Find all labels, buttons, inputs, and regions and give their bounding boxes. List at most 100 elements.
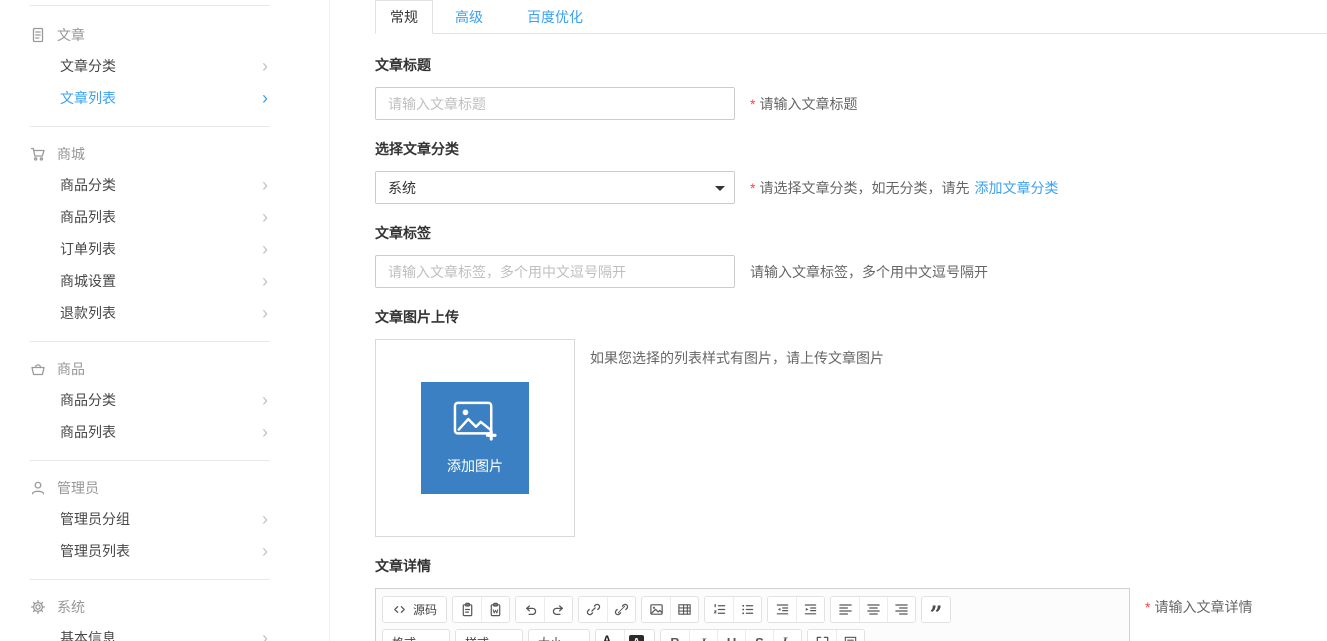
maximize-icon [815, 635, 830, 641]
add-image-button[interactable]: 添加图片 [421, 382, 529, 494]
system-icon [30, 599, 46, 615]
chevron-right-icon: › [262, 240, 270, 258]
sidebar-divider [30, 126, 270, 127]
align-center-icon [866, 602, 881, 617]
chevron-right-icon: › [262, 391, 270, 409]
style-dropdown[interactable]: 样式 [456, 630, 522, 641]
unlink-icon [614, 602, 629, 617]
maximize-button[interactable] [808, 630, 836, 641]
insert-image-button[interactable] [642, 597, 670, 622]
align-left-button[interactable] [831, 597, 859, 622]
strikethrough-button[interactable]: S [745, 630, 773, 641]
background-color-button[interactable]: A [624, 630, 654, 641]
underline-button[interactable]: U [717, 630, 745, 641]
sidebar-section-article[interactable]: 文章 [30, 20, 329, 50]
undo-icon [523, 602, 538, 617]
paste-from-word-button[interactable] [481, 597, 509, 622]
editor-toolbar: 源码 [376, 589, 1129, 641]
add-image-button-label: 添加图片 [447, 456, 503, 476]
article-form: 文章标题 * 请输入文章标题 选择文章分类 系统 * 请选择文章分类，如无分类，… [375, 34, 1327, 641]
underline-icon: U [727, 635, 736, 641]
paste-icon [460, 602, 475, 617]
tab-general[interactable]: 常规 [375, 0, 433, 34]
sidebar-item-label: 管理员列表 [60, 541, 130, 561]
italic-button[interactable]: I [689, 630, 717, 641]
undo-button[interactable] [516, 597, 544, 622]
sidebar-divider [30, 460, 270, 461]
sidebar-section-label: 商品 [57, 359, 85, 379]
sidebar-item-label: 基本信息 [60, 628, 116, 641]
text-color-icon: A [601, 635, 614, 641]
sidebar-item-label: 订单列表 [60, 239, 116, 259]
sidebar-item-admin-list[interactable]: 管理员列表 › [30, 535, 270, 567]
align-center-button[interactable] [859, 597, 887, 622]
format-dropdown[interactable]: 格式 [383, 630, 449, 641]
blockquote-button[interactable]: ” [922, 597, 950, 622]
sidebar-item-mall-goods-list[interactable]: 商品列表 › [30, 201, 270, 233]
chevron-right-icon: › [262, 89, 270, 107]
italic-icon: I [701, 635, 706, 641]
article-title-input[interactable] [375, 87, 735, 120]
chevron-right-icon: › [262, 57, 270, 75]
sidebar-divider [30, 341, 270, 342]
tab-baidu-seo[interactable]: 百度优化 [505, 0, 605, 33]
sidebar-section-system[interactable]: 系统 [30, 592, 329, 622]
outdent-button[interactable] [768, 597, 796, 622]
admin-page: 文章 文章分类 › 文章列表 › 商城 商品分类 › 商品列表 › 订单列表 › [0, 0, 1327, 641]
redo-button[interactable] [544, 597, 572, 622]
add-category-link[interactable]: 添加文章分类 [974, 178, 1058, 198]
rich-text-editor: 源码 [375, 588, 1130, 641]
sidebar-section-label: 商城 [57, 144, 85, 164]
article-tags-label: 文章标签 [375, 223, 1327, 243]
show-blocks-icon [843, 635, 858, 641]
article-image-label: 文章图片上传 [375, 307, 1327, 327]
sidebar-divider [30, 5, 270, 6]
indent-button[interactable] [796, 597, 824, 622]
sidebar-section-admin[interactable]: 管理员 [30, 473, 329, 503]
show-blocks-button[interactable] [836, 630, 864, 641]
insert-table-button[interactable] [670, 597, 698, 622]
tab-bar: 常规 高级 百度优化 [375, 0, 1327, 34]
sidebar-item-label: 商品列表 [60, 422, 116, 442]
sidebar-item-mall-goods-category[interactable]: 商品分类 › [30, 169, 270, 201]
sidebar-item-order-list[interactable]: 订单列表 › [30, 233, 270, 265]
article-detail-hint: * 请输入文章详情 [1145, 597, 1252, 617]
bullet-list-button[interactable] [733, 597, 761, 622]
chevron-right-icon: › [262, 510, 270, 528]
admin-icon [30, 480, 46, 496]
text-color-button[interactable]: A [596, 630, 624, 641]
sidebar-item-goods-list[interactable]: 商品列表 › [30, 416, 270, 448]
sidebar-item-label: 商城设置 [60, 271, 116, 291]
paste-button[interactable] [453, 597, 481, 622]
sidebar: 文章 文章分类 › 文章列表 › 商城 商品分类 › 商品列表 › 订单列表 › [0, 0, 330, 641]
bold-button[interactable]: B [661, 630, 689, 641]
article-detail-label: 文章详情 [375, 556, 1327, 576]
sidebar-section-goods[interactable]: 商品 [30, 354, 329, 384]
remove-format-button[interactable]: Ix [773, 630, 801, 641]
font-size-dropdown[interactable]: 大小 [529, 630, 589, 641]
ordered-list-button[interactable] [705, 597, 733, 622]
sidebar-item-basic-info[interactable]: 基本信息 › [30, 622, 270, 641]
sidebar-item-label: 商品列表 [60, 207, 116, 227]
sidebar-item-refund-list[interactable]: 退款列表 › [30, 297, 270, 329]
article-title-hint: * 请输入文章标题 [750, 94, 857, 114]
tab-advanced[interactable]: 高级 [433, 0, 505, 33]
sidebar-item-mall-settings[interactable]: 商城设置 › [30, 265, 270, 297]
unlink-button[interactable] [607, 597, 635, 622]
sidebar-section-mall[interactable]: 商城 [30, 139, 329, 169]
sidebar-section-label: 管理员 [57, 478, 99, 498]
remove-format-icon: Ix [782, 634, 793, 641]
link-button[interactable] [579, 597, 607, 622]
sidebar-divider [30, 579, 270, 580]
article-tags-input[interactable] [375, 255, 735, 288]
source-code-button[interactable]: 源码 [383, 597, 446, 622]
sidebar-item-article-category[interactable]: 文章分类 › [30, 50, 270, 82]
sidebar-item-article-list[interactable]: 文章列表 › [30, 82, 270, 114]
sidebar-item-goods-category[interactable]: 商品分类 › [30, 384, 270, 416]
chevron-right-icon: › [262, 304, 270, 322]
align-right-button[interactable] [887, 597, 915, 622]
align-left-icon [838, 602, 853, 617]
sidebar-item-admin-group[interactable]: 管理员分组 › [30, 503, 270, 535]
article-category-select[interactable]: 系统 [375, 171, 735, 204]
goods-icon [30, 361, 46, 377]
